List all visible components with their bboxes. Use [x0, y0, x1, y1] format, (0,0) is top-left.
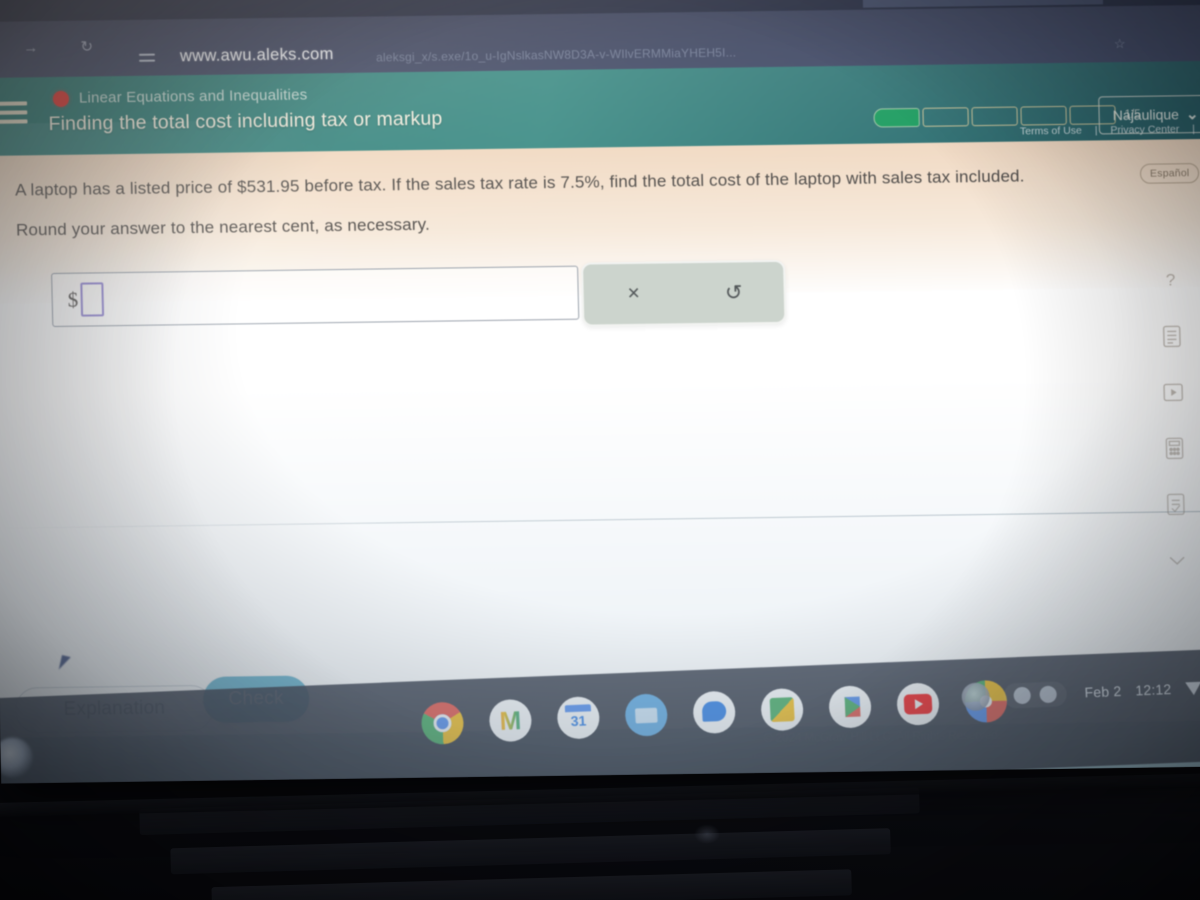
- user-name-label: Najaulique: [1112, 106, 1180, 124]
- tool-rail: ?: [1153, 267, 1195, 603]
- kebab-menu-icon[interactable]: ⋮: [1196, 35, 1200, 51]
- footer-separator: |: [1192, 123, 1196, 136]
- answer-entry-caret[interactable]: [79, 282, 104, 317]
- dollar-sign-label: $: [67, 287, 79, 312]
- answer-input[interactable]: $: [51, 265, 580, 328]
- play-store-icon[interactable]: [828, 685, 873, 729]
- reference-sheet-icon[interactable]: [1159, 323, 1186, 349]
- undo-button[interactable]: ↺: [683, 279, 784, 305]
- content-divider: [0, 510, 1200, 529]
- calculator-icon[interactable]: [1161, 435, 1188, 461]
- progress-segment: [873, 107, 920, 128]
- launcher-circle-icon[interactable]: [0, 736, 34, 779]
- tray-status-group[interactable]: [1003, 680, 1068, 709]
- keyboard-row: [211, 869, 852, 900]
- youtube-glyph: [903, 693, 933, 715]
- battery-indicator-icon: [1185, 681, 1200, 695]
- wifi-icon: [1013, 686, 1032, 704]
- answer-tools-panel: × ↺: [580, 259, 787, 327]
- back-icon[interactable]: →: [20, 37, 43, 59]
- tray-app-icon[interactable]: [961, 682, 991, 712]
- progress-segment: [971, 106, 1018, 127]
- chevron-down-icon[interactable]: [1164, 547, 1191, 573]
- messages-icon[interactable]: [692, 690, 737, 735]
- files-icon[interactable]: [624, 693, 669, 737]
- calendar-icon[interactable]: 31: [556, 695, 601, 740]
- help-glyph: ?: [1165, 270, 1176, 290]
- chrome-icon[interactable]: [420, 701, 465, 746]
- tray-time: 12:12: [1134, 680, 1172, 699]
- chevron-down-icon: ⌄: [1185, 106, 1199, 124]
- youtube-icon[interactable]: [895, 682, 941, 726]
- footer-links: Terms of Use | Privacy Center | Accessib…: [1015, 122, 1200, 138]
- calendar-header-bar: [564, 704, 592, 713]
- lesson-title: Finding the total cost including tax or …: [48, 107, 443, 136]
- laptop-logo: [694, 824, 720, 844]
- tray-date: Feb 2: [1084, 682, 1122, 701]
- shelf-app-icons: 31: [420, 679, 1008, 746]
- keyboard-row: [170, 828, 891, 875]
- photo-of-laptop-screen: ALEKS — Najaulique Bell — Le... × + – □ …: [0, 0, 1200, 900]
- mouse-pointer-icon: [58, 655, 71, 672]
- clear-answer-button[interactable]: ×: [583, 281, 684, 306]
- address-bar-url[interactable]: www.awu.aleks.com: [180, 45, 334, 66]
- footer-separator: |: [1094, 124, 1098, 137]
- hamburger-menu-icon[interactable]: [0, 99, 28, 125]
- espanol-toggle-button[interactable]: Español: [1139, 163, 1200, 184]
- battery-icon: [1039, 685, 1058, 703]
- privacy-center-link[interactable]: Privacy Center: [1110, 123, 1179, 136]
- topic-label: Linear Equations and Inequalities: [78, 86, 308, 107]
- progress-segment: [922, 107, 969, 127]
- terms-of-use-link[interactable]: Terms of Use: [1020, 125, 1082, 138]
- video-play-icon[interactable]: [1160, 379, 1187, 405]
- address-bar-query: aleksgi_x/s.exe/1o_u-IgNslkasNW8D3A-v-WI…: [375, 45, 737, 65]
- calendar-day-number: 31: [570, 711, 587, 729]
- help-question-icon[interactable]: ?: [1157, 267, 1184, 293]
- star-icon[interactable]: ☆: [1114, 36, 1126, 52]
- progress-segment: [1020, 105, 1067, 126]
- site-info-icon[interactable]: [138, 52, 157, 68]
- red-dot-icon: [52, 90, 70, 108]
- reload-icon[interactable]: ↻: [76, 36, 99, 58]
- classroom-icon[interactable]: [760, 687, 805, 732]
- notes-icon[interactable]: [1163, 491, 1190, 517]
- screen-area: ALEKS — Najaulique Bell — Le... × + – □ …: [0, 0, 1200, 784]
- gmail-icon[interactable]: [488, 698, 533, 743]
